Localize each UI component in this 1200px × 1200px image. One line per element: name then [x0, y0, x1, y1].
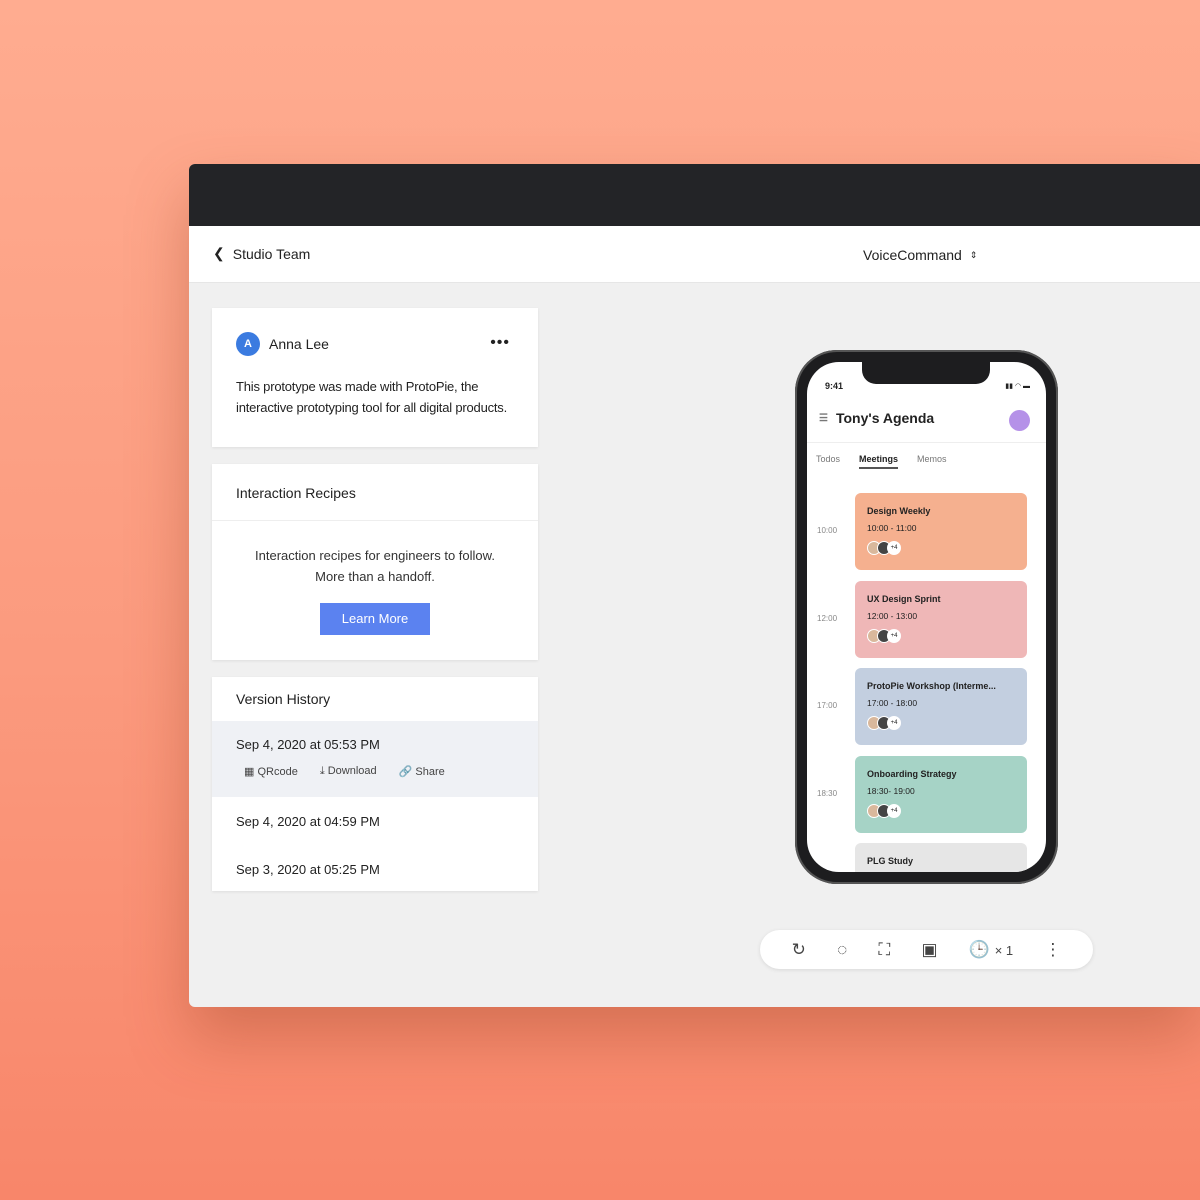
menu-icon[interactable]: ☰	[819, 413, 828, 424]
event-card[interactable]: Onboarding Strategy 18:30- 19:00 +4	[855, 755, 1027, 833]
comment-card: A Anna Lee ••• This prototype was made wi…	[212, 308, 538, 447]
event-title: Design Weekly	[867, 506, 931, 516]
tab-todos[interactable]: Todos	[816, 454, 840, 469]
more-icon[interactable]: •••	[490, 334, 510, 352]
version-item[interactable]: Sep 4, 2020 at 05:53 PM ▦ QRcode ⤓ Downl…	[212, 721, 538, 797]
phone-notch	[862, 362, 990, 384]
comment-text: This prototype was made with ProtoPie, t…	[236, 379, 508, 415]
title-bar	[189, 164, 1200, 226]
event-card[interactable]: Design Weekly 10:00 - 11:00 +4	[855, 493, 1027, 570]
share-button[interactable]: 🔗 Share	[399, 765, 445, 778]
avatar: A	[236, 332, 260, 356]
hour-label: 10:00	[817, 526, 838, 535]
speed-button[interactable]: 🕒 × 1	[969, 940, 1013, 960]
author-name: Anna Lee	[269, 336, 329, 352]
attendee-avatars: +4	[867, 803, 1015, 818]
back-button[interactable]: ❮ Studio Team	[213, 245, 310, 262]
event-title: Onboarding Strategy	[867, 768, 957, 779]
avatar[interactable]	[1009, 410, 1030, 431]
version-history-card: Version History Sep 4, 2020 at 05:53 PM …	[212, 677, 538, 891]
qrcode-button[interactable]: ▦ QRcode	[244, 765, 298, 778]
chevron-updown-icon: ⇕	[969, 249, 978, 260]
refresh-icon[interactable]: ↻	[792, 940, 806, 960]
hour-label: 17:00	[817, 701, 838, 710]
event-title: ProtoPie Workshop (Interme...	[867, 681, 996, 691]
event-time: 12:00 - 13:00	[867, 610, 918, 621]
event-title: UX Design Sprint	[867, 593, 941, 604]
card-title: Version History	[236, 691, 331, 707]
playback-toolbar: ↻ ◌ ⛶ ▣ 🕒 × 1 ⋮	[760, 930, 1093, 969]
phone-preview[interactable]: 9:41 ▮▮ ◠ ▬ ☰ Tony's Agenda Todos Meeting…	[795, 350, 1058, 884]
version-date: Sep 4, 2020 at 05:53 PM	[236, 737, 380, 752]
attendee-avatars: +4	[867, 541, 1015, 555]
touch-indicator-icon[interactable]: ◌	[837, 940, 847, 960]
version-item[interactable]: Sep 4, 2020 at 04:59 PM	[212, 797, 538, 846]
event-card[interactable]: PLG Study	[855, 843, 1027, 872]
version-item[interactable]: Sep 3, 2020 at 05:25 PM	[212, 846, 538, 877]
attendee-avatars: +4	[867, 628, 1015, 643]
recipes-text: Interaction recipes for engineers to fol…	[255, 548, 495, 563]
recipes-text: More than a handoff.	[315, 569, 435, 584]
event-card[interactable]: UX Design Sprint 12:00 - 13:00 +4	[855, 580, 1027, 658]
attendee-avatars: +4	[867, 716, 1015, 730]
hour-label: 18:30	[817, 788, 838, 798]
project-selector[interactable]: VoiceCommand ⇕	[863, 247, 977, 263]
event-title: PLG Study	[867, 856, 914, 866]
event-card[interactable]: ProtoPie Workshop (Interme... 17:00 - 18:…	[855, 668, 1027, 745]
chevron-left-icon: ❮	[213, 245, 225, 261]
app-window: ❮ Studio Team VoiceCommand ⇕ A Anna Lee •••…	[189, 164, 1200, 1007]
download-button[interactable]: ⤓ Download	[320, 765, 377, 778]
status-icons: ▮▮ ◠ ▬	[1005, 383, 1030, 390]
tab-meetings[interactable]: Meetings	[859, 454, 899, 469]
learn-more-button[interactable]: Learn More	[320, 603, 430, 635]
event-time: 18:30- 19:00	[867, 785, 915, 796]
agenda-title: Tony's Agenda	[835, 410, 935, 426]
more-vertical-icon[interactable]: ⋮	[1044, 940, 1061, 960]
status-time: 9:41	[825, 381, 844, 391]
card-title: Interaction Recipes	[212, 464, 538, 521]
tab-memos[interactable]: Memos	[917, 454, 947, 469]
event-time: 10:00 - 11:00	[867, 523, 917, 533]
hour-label: 12:00	[817, 613, 838, 623]
recipes-card: Interaction Recipes Interaction recipes …	[212, 464, 538, 660]
event-time: 17:00 - 18:00	[867, 698, 918, 708]
fit-screen-icon[interactable]: ▣	[922, 940, 938, 960]
fullscreen-icon[interactable]: ⛶	[878, 940, 890, 960]
header: ❮ Studio Team VoiceCommand ⇕	[189, 226, 1200, 283]
